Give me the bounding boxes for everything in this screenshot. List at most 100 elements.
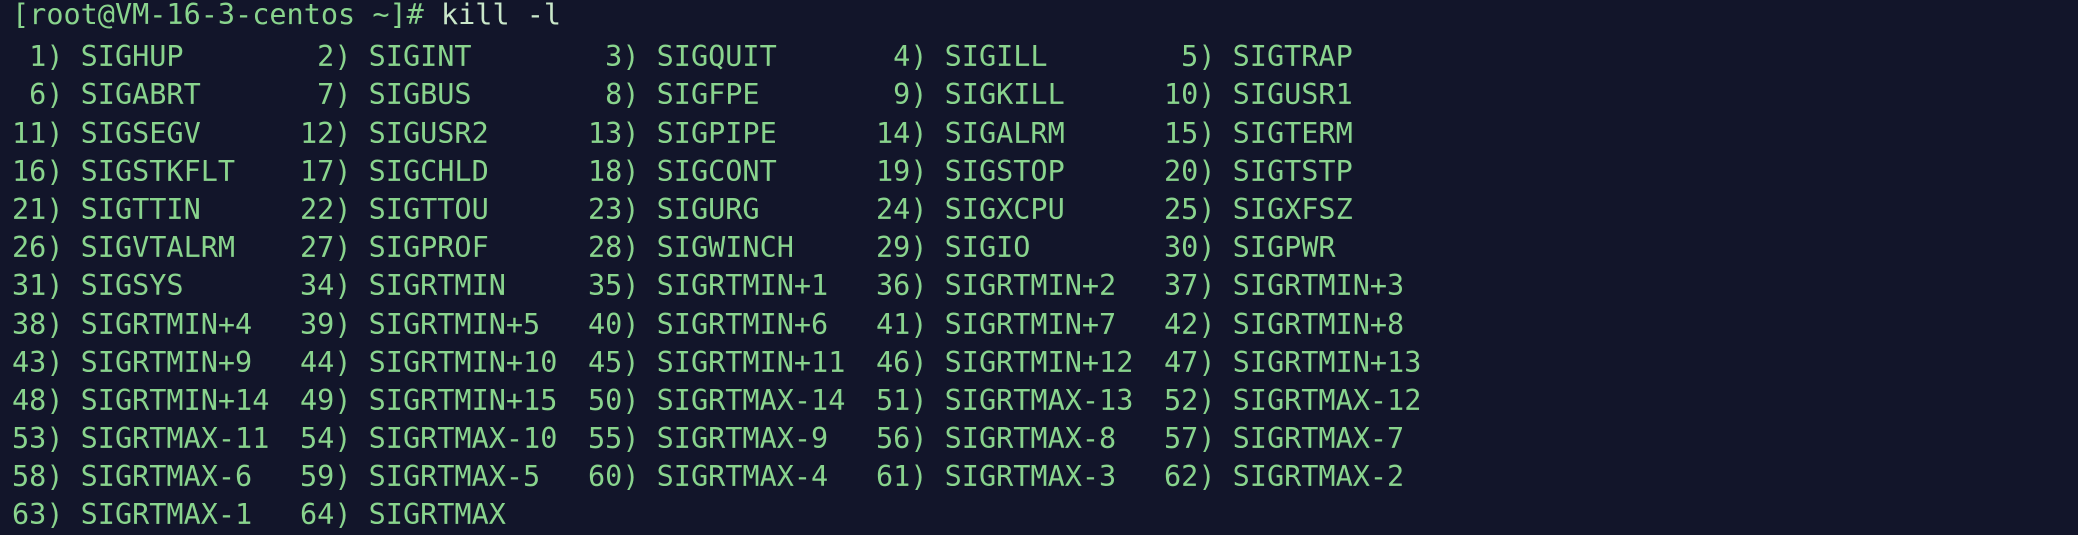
signal-name: SIGRTMIN+14 bbox=[80, 383, 270, 417]
signal-paren: ) bbox=[334, 269, 369, 303]
signal-entry: 23) SIGURG bbox=[588, 191, 876, 229]
signal-paren: ) bbox=[622, 154, 657, 188]
signal-name: SIGRTMAX-7 bbox=[1232, 422, 1405, 456]
signal-name: SIGRTMIN+10 bbox=[368, 345, 558, 379]
signal-entry: 34) SIGRTMIN bbox=[300, 267, 588, 305]
signal-row: 53) SIGRTMAX-11 54) SIGRTMAX-10 55) SIGRTM… bbox=[12, 420, 2078, 458]
signal-number: 59 bbox=[300, 460, 335, 494]
signal-paren: ) bbox=[46, 460, 81, 494]
signal-number: 5 bbox=[1181, 40, 1199, 74]
signal-row: 26) SIGVTALRM 27) SIGPROF 28) SIGWINCH 29) … bbox=[12, 229, 2078, 267]
signal-entry: 50) SIGRTMAX-14 bbox=[588, 382, 876, 420]
signal-number: 31 bbox=[12, 269, 47, 303]
signal-name: SIGXCPU bbox=[944, 192, 1065, 226]
signal-paren: ) bbox=[46, 307, 81, 341]
signal-entry: 25) SIGXFSZ bbox=[1164, 191, 1452, 229]
signal-name: SIGSEGV bbox=[80, 116, 201, 150]
signal-paren: ) bbox=[46, 192, 81, 226]
signal-name: SIGRTMIN+13 bbox=[1232, 345, 1422, 379]
signal-paren: ) bbox=[910, 78, 945, 112]
signal-number: 34 bbox=[300, 269, 335, 303]
signal-entry: 28) SIGWINCH bbox=[588, 229, 876, 267]
signal-entry: 58) SIGRTMAX-6 bbox=[12, 458, 300, 496]
signal-entry: 51) SIGRTMAX-13 bbox=[876, 382, 1164, 420]
signal-paren: ) bbox=[334, 40, 369, 74]
signal-row: 6) SIGABRT 7) SIGBUS 8) SIGFPE 9) SIGKILL 10… bbox=[12, 76, 2078, 114]
signal-number: 10 bbox=[1164, 78, 1199, 112]
signal-name: SIGQUIT bbox=[656, 40, 777, 74]
signal-entry: 29) SIGIO bbox=[876, 229, 1164, 267]
signal-name: SIGTERM bbox=[1232, 116, 1353, 150]
signal-paren: ) bbox=[1198, 154, 1233, 188]
signal-paren: ) bbox=[622, 383, 657, 417]
signal-row: 1) SIGHUP 2) SIGINT 3) SIGQUIT 4) SIGILL 5) … bbox=[12, 38, 2078, 76]
signal-paren: ) bbox=[46, 231, 81, 265]
signal-entry: 8) SIGFPE bbox=[588, 76, 876, 114]
signal-number: 3 bbox=[605, 40, 623, 74]
signal-entry: 61) SIGRTMAX-3 bbox=[876, 458, 1164, 496]
signal-number: 20 bbox=[1164, 154, 1199, 188]
signal-number: 52 bbox=[1164, 383, 1199, 417]
signal-paren: ) bbox=[622, 192, 657, 226]
signal-number: 56 bbox=[876, 422, 911, 456]
signal-paren: ) bbox=[334, 192, 369, 226]
signal-number: 41 bbox=[876, 307, 911, 341]
signal-number: 53 bbox=[12, 422, 47, 456]
signal-paren: ) bbox=[910, 460, 945, 494]
signal-paren: ) bbox=[1198, 116, 1233, 150]
signal-entry: 42) SIGRTMIN+8 bbox=[1164, 306, 1452, 344]
signal-name: SIGRTMAX-13 bbox=[944, 383, 1134, 417]
signal-paren: ) bbox=[334, 498, 369, 532]
signal-paren: ) bbox=[910, 192, 945, 226]
signal-entry: 19) SIGSTOP bbox=[876, 153, 1164, 191]
signal-name: SIGRTMIN+5 bbox=[368, 307, 541, 341]
signal-name: SIGTRAP bbox=[1232, 40, 1353, 74]
signal-name: SIGSTOP bbox=[944, 154, 1065, 188]
signal-name: SIGRTMIN+2 bbox=[944, 269, 1117, 303]
signal-number: 42 bbox=[1164, 307, 1199, 341]
signal-number: 27 bbox=[300, 231, 335, 265]
signal-row: 21) SIGTTIN 22) SIGTTOU 23) SIGURG 24) SIGX… bbox=[12, 191, 2078, 229]
signal-paren: ) bbox=[910, 422, 945, 456]
signal-paren: ) bbox=[622, 78, 657, 112]
signal-number: 47 bbox=[1164, 345, 1199, 379]
signal-entry: 9) SIGKILL bbox=[876, 76, 1164, 114]
signal-name: SIGRTMIN+7 bbox=[944, 307, 1117, 341]
signal-row: 31) SIGSYS 34) SIGRTMIN 35) SIGRTMIN+1 36) … bbox=[12, 267, 2078, 305]
signal-entry: 55) SIGRTMAX-9 bbox=[588, 420, 876, 458]
signal-entry: 5) SIGTRAP bbox=[1164, 38, 1452, 76]
signal-name: SIGRTMAX-8 bbox=[944, 422, 1117, 456]
signal-number: 63 bbox=[12, 498, 47, 532]
signal-paren: ) bbox=[910, 269, 945, 303]
signal-paren: ) bbox=[46, 116, 81, 150]
signal-name: SIGRTMIN+4 bbox=[80, 307, 253, 341]
signal-paren: ) bbox=[46, 40, 81, 74]
signal-paren: ) bbox=[910, 154, 945, 188]
signal-paren: ) bbox=[622, 269, 657, 303]
signal-number: 12 bbox=[300, 116, 335, 150]
signal-paren: ) bbox=[334, 154, 369, 188]
signal-number: 18 bbox=[588, 154, 623, 188]
signal-paren: ) bbox=[622, 345, 657, 379]
signal-paren: ) bbox=[46, 422, 81, 456]
signal-entry: 2) SIGINT bbox=[300, 38, 588, 76]
signal-number: 22 bbox=[300, 192, 335, 226]
signal-name: SIGRTMAX-10 bbox=[368, 422, 558, 456]
signal-name: SIGRTMIN+12 bbox=[944, 345, 1134, 379]
signal-paren: ) bbox=[622, 231, 657, 265]
signal-number: 43 bbox=[12, 345, 47, 379]
signal-name: SIGRTMIN+9 bbox=[80, 345, 253, 379]
signal-paren: ) bbox=[622, 116, 657, 150]
terminal-window[interactable]: [root@VM-16-3-centos ~]# kill -l 1) SIGH… bbox=[0, 0, 2078, 532]
signal-name: SIGTTIN bbox=[80, 192, 201, 226]
signal-paren: ) bbox=[46, 345, 81, 379]
signal-entry: 27) SIGPROF bbox=[300, 229, 588, 267]
signal-number: 57 bbox=[1164, 422, 1199, 456]
signal-name: SIGRTMIN+15 bbox=[368, 383, 558, 417]
signal-entry: 4) SIGILL bbox=[876, 38, 1164, 76]
signal-number: 40 bbox=[588, 307, 623, 341]
signal-entry: 35) SIGRTMIN+1 bbox=[588, 267, 876, 305]
signal-number: 44 bbox=[300, 345, 335, 379]
signal-paren: ) bbox=[1198, 231, 1233, 265]
signal-paren: ) bbox=[46, 78, 81, 112]
